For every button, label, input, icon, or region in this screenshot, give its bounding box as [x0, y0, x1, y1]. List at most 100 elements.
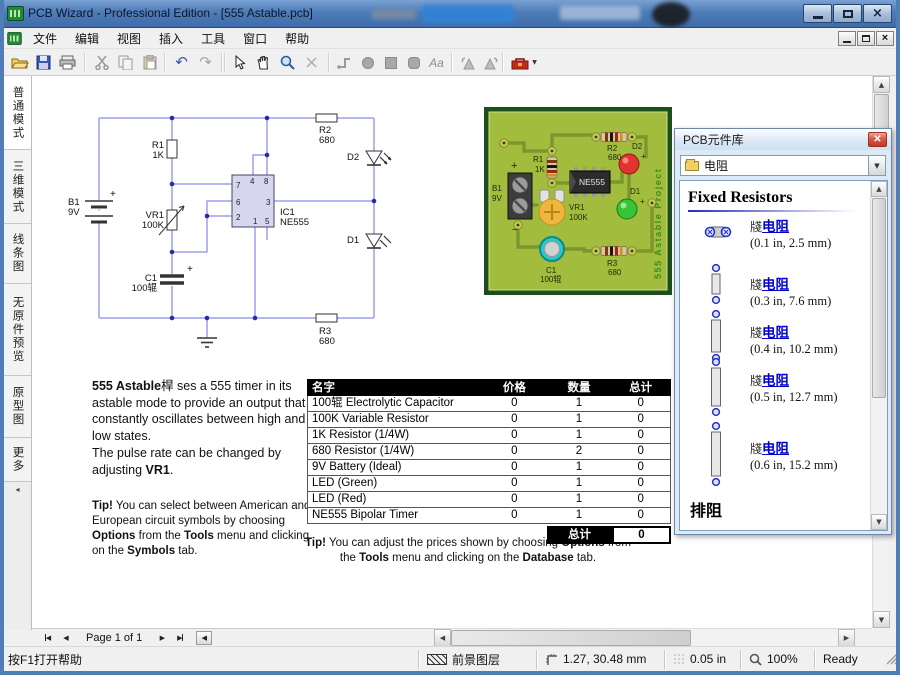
minimize-button[interactable] — [803, 4, 832, 23]
component-link[interactable]: 电阻 — [762, 277, 789, 292]
rotate-left-button[interactable] — [456, 51, 479, 74]
tab-normal-mode[interactable]: 普通模式 — [4, 76, 31, 150]
resistor-r3[interactable] — [316, 314, 337, 322]
component-link[interactable]: 电阻 — [762, 441, 789, 456]
library-scroll-down[interactable]: ▼ — [871, 514, 887, 530]
title-bar[interactable]: PCB Wizard - Professional Edition - [555… — [0, 0, 900, 28]
ground-symbol — [197, 338, 217, 347]
last-page-button[interactable]: ▶ — [172, 631, 188, 645]
mdi-restore-button[interactable] — [857, 31, 875, 46]
led-d2[interactable] — [366, 151, 391, 165]
component-link[interactable]: 电阻 — [762, 373, 789, 388]
cut-button[interactable] — [90, 51, 113, 74]
library-panel-titlebar[interactable]: PCB元件库 ✕ — [675, 129, 891, 150]
menu-file[interactable]: 文件 — [25, 28, 65, 49]
tab-line-art[interactable]: 线条图 — [4, 224, 31, 284]
item-prefix: 牋 — [750, 220, 762, 234]
grid-indicator[interactable]: 0.05 in — [664, 650, 740, 669]
next-page-button[interactable]: ▶ — [154, 631, 170, 645]
library-item[interactable]: 牋电阻 (0.3 in, 7.6 mm) — [750, 273, 831, 309]
menu-view[interactable]: 视图 — [109, 28, 149, 49]
pcb-led-d2[interactable] — [619, 154, 639, 174]
rotate-right-button[interactable] — [479, 51, 502, 74]
layer-indicator[interactable]: 前景图层 — [418, 650, 536, 669]
first-page-button[interactable]: ◀ — [40, 631, 56, 645]
pcb-capacitor-c1[interactable] — [540, 237, 564, 261]
print-button[interactable] — [56, 51, 79, 74]
open-button[interactable] — [8, 51, 31, 74]
resistor-r1[interactable] — [167, 140, 177, 158]
pcb-resistor-r3[interactable] — [601, 247, 627, 256]
pcb-resistor-r2[interactable] — [601, 133, 627, 142]
pcb-terminal-block-b1[interactable] — [508, 173, 532, 219]
resistor-footprint-icon — [704, 221, 732, 243]
component-link[interactable]: 电阻 — [762, 219, 789, 234]
text-tool-button[interactable]: Aa — [425, 51, 448, 74]
zoom-tool-button[interactable] — [276, 51, 299, 74]
scroll-right-button[interactable]: ▶ — [838, 629, 855, 647]
track-tool-button[interactable] — [333, 51, 356, 74]
cell-price: 0 — [482, 396, 547, 411]
zoom-indicator[interactable]: 100% — [740, 650, 814, 669]
tab-more[interactable]: 更多 — [4, 438, 31, 482]
undo-button[interactable]: ↶ — [170, 51, 193, 74]
scroll-down-button[interactable]: ▼ — [873, 611, 890, 628]
pad-tool-button[interactable] — [356, 51, 379, 74]
schematic-drawing[interactable]: B1 9V + R1 1K VR1 100K C1 100辊 + IC1 NE5… — [54, 95, 484, 380]
mdi-close-button[interactable]: × — [876, 31, 894, 46]
cell-total: 0 — [611, 428, 670, 443]
library-scrollbar[interactable]: ▲ ▼ — [870, 181, 887, 530]
library-scroll-thumb[interactable] — [872, 198, 886, 398]
component-gallery-button[interactable]: ▼ — [507, 51, 541, 74]
square-pad-tool-button[interactable] — [379, 51, 402, 74]
library-item[interactable]: 牋电阻 (0.4 in, 10.2 mm) — [750, 321, 838, 357]
menu-window[interactable]: 窗口 — [235, 28, 275, 49]
select-tool-button[interactable] — [228, 51, 251, 74]
hscroll-thumb[interactable] — [451, 630, 691, 646]
pan-tool-button[interactable] — [252, 51, 275, 74]
resize-grip[interactable] — [886, 653, 898, 665]
combobox-dropdown-button[interactable]: ▼ — [868, 156, 885, 175]
copy-button[interactable] — [114, 51, 137, 74]
tab-prototype[interactable]: 原型图 — [4, 376, 31, 438]
library-item[interactable]: 牋电阻 (0.1 in, 2.5 mm) — [750, 215, 831, 251]
menu-tools[interactable]: 工具 — [193, 28, 233, 49]
tab-no-component-preview[interactable]: 无原件预览 — [4, 284, 31, 376]
menu-insert[interactable]: 插入 — [151, 28, 191, 49]
redo-button[interactable]: ↷ — [194, 51, 217, 74]
tabstrip-collapse-button[interactable]: ◂ — [4, 482, 31, 494]
section-underline — [688, 210, 856, 212]
component-link[interactable]: 电阻 — [762, 325, 789, 340]
library-item[interactable]: 牋电阻 (0.5 in, 12.7 mm) — [750, 369, 838, 405]
library-scroll-up[interactable]: ▲ — [871, 181, 887, 197]
led-d1[interactable] — [366, 234, 391, 248]
scroll-left-button[interactable]: ◀ — [434, 629, 451, 647]
scroll-up-button[interactable]: ▲ — [873, 76, 890, 93]
library-item[interactable]: 牋电阻 (0.6 in, 15.2 mm) — [750, 437, 838, 473]
capacitor-c1[interactable] — [160, 276, 184, 283]
pcb-chip-ne555[interactable]: NE555 — [570, 167, 610, 197]
pcb-preview[interactable]: NE555 — [484, 107, 672, 295]
paste-button[interactable] — [138, 51, 161, 74]
library-close-button[interactable]: ✕ — [868, 132, 887, 147]
zoom-status-icon — [749, 653, 762, 666]
tab-3d-mode[interactable]: 三维模式 — [4, 150, 31, 224]
document-icon — [7, 32, 21, 45]
menu-edit[interactable]: 编辑 — [67, 28, 107, 49]
delete-tool-button[interactable]: × — [300, 51, 323, 74]
prev-page-button[interactable]: ◀ — [58, 631, 74, 645]
pcb-resistor-r1[interactable] — [547, 157, 557, 178]
pcb-led-d1[interactable] — [617, 199, 637, 219]
library-category-combobox[interactable]: 电阻 ▼ — [680, 155, 886, 176]
splitter-handle[interactable]: ◀ — [196, 631, 212, 645]
maximize-button[interactable] — [833, 4, 862, 23]
close-button[interactable]: × — [863, 4, 892, 23]
resistor-r2[interactable] — [316, 114, 337, 122]
total-label: 总计 — [547, 526, 612, 544]
document-hscrollbar[interactable]: ◀ ▶ — [434, 628, 872, 646]
menu-help[interactable]: 帮助 — [277, 28, 317, 49]
battery-b1[interactable] — [85, 201, 113, 222]
mdi-minimize-button[interactable] — [838, 31, 856, 46]
rounded-pad-tool-button[interactable] — [402, 51, 425, 74]
save-button[interactable] — [32, 51, 55, 74]
